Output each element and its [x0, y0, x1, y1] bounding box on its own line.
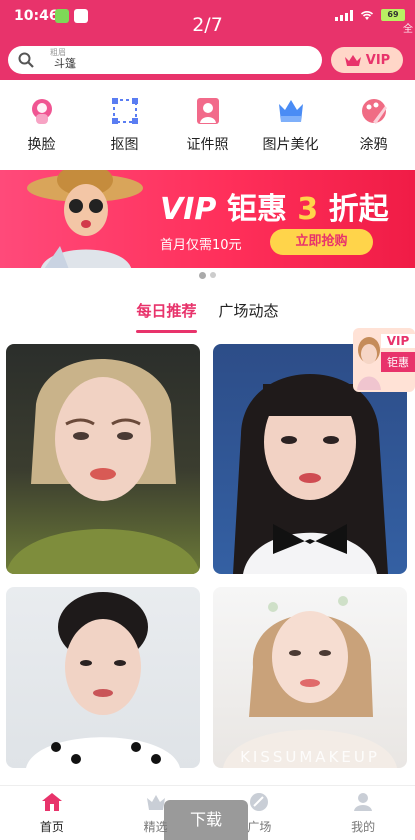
nav-item-profile[interactable]: 我的	[311, 786, 415, 840]
tool-label: 涂鸦	[359, 137, 388, 153]
photo-card[interactable]: KISSUMAKEUP	[213, 587, 407, 768]
tool-label: 换脸	[27, 137, 56, 153]
profile-icon	[354, 793, 373, 811]
portrait-image	[223, 596, 397, 768]
tab-label: 广场动态	[218, 302, 279, 320]
nav-item-home[interactable]: 首页	[0, 786, 104, 840]
watermark-text: KISSUMAKEUP	[240, 748, 380, 766]
battery-icon: 69	[381, 9, 405, 21]
wifi-icon	[360, 11, 374, 20]
banner-pagination	[0, 272, 415, 279]
pagination-dot	[199, 272, 206, 279]
vip-promo-banner[interactable]: VIP 钜惠 3 折起 首月仅需10元 立即抢购	[0, 170, 415, 268]
vip-button-label: VIP	[365, 52, 391, 68]
search-input[interactable]: 粗眉 斗篷	[8, 46, 322, 74]
banner-title-number: 3	[297, 192, 319, 227]
tool-id-photo[interactable]: 证件照	[166, 80, 249, 166]
vip-float-model-image	[357, 337, 381, 390]
search-icon	[18, 52, 34, 68]
banner-title: VIP 钜惠 3 折起	[160, 184, 389, 228]
tool-label: 证件照	[186, 137, 229, 153]
nav-label: 我的	[351, 820, 376, 834]
search-value: 斗篷	[54, 57, 76, 70]
beautify-icon	[278, 100, 303, 122]
home-icon	[41, 793, 62, 811]
id-photo-icon	[196, 98, 219, 124]
photo-card[interactable]	[6, 587, 200, 768]
banner-title-vip: VIP	[160, 192, 217, 227]
tab-underline	[136, 330, 197, 333]
portrait-image	[6, 359, 200, 574]
photo-card[interactable]	[6, 344, 200, 574]
banner-subtitle: 首月仅需10元	[160, 238, 242, 253]
tab-square-feed[interactable]: 广场动态	[219, 292, 279, 336]
pagination-dot	[210, 272, 216, 278]
vip-float-label: VIP	[381, 334, 415, 348]
square-icon	[250, 793, 269, 811]
tool-label: 图片美化	[262, 137, 319, 153]
download-button[interactable]: 下载	[164, 800, 248, 840]
tool-cutout[interactable]: 抠图	[83, 80, 166, 166]
cutout-icon	[111, 98, 138, 124]
tool-grid: 换脸 抠图 证件照 图片美化 涂鸦	[0, 80, 415, 166]
tool-label: 抠图	[110, 137, 139, 153]
content-tabs: 每日推荐 广场动态	[0, 292, 415, 336]
buy-now-button[interactable]: 立即抢购	[270, 229, 373, 255]
portrait-image	[26, 592, 180, 768]
tool-paint[interactable]: 涂鸦	[332, 80, 415, 166]
crown-icon	[344, 55, 361, 66]
signal-icon	[335, 9, 353, 21]
corner-label: 全	[403, 24, 413, 35]
banner-title-main: 钜惠	[226, 192, 287, 227]
paint-icon	[361, 99, 387, 124]
tab-label: 每日推荐	[136, 302, 197, 320]
nav-label: 广场	[247, 820, 272, 834]
vip-float-badge[interactable]: VIP 钜惠	[353, 328, 415, 392]
face-swap-icon	[31, 99, 52, 124]
status-bar: 10:46 2/7 69	[0, 0, 415, 40]
tool-face-swap[interactable]: 换脸	[0, 80, 83, 166]
search-bar: 粗眉 斗篷 VIP	[0, 40, 415, 80]
tool-beautify[interactable]: 图片美化	[249, 80, 332, 166]
nav-label: 首页	[39, 820, 64, 834]
banner-title-tail: 折起	[328, 192, 389, 227]
status-icons: 69	[335, 9, 405, 21]
photo-grid: KISSUMAKEUP	[6, 344, 409, 768]
tab-daily-recommend[interactable]: 每日推荐	[136, 292, 197, 336]
banner-model-image	[27, 170, 143, 268]
vip-float-sub-label: 钜惠	[381, 352, 415, 372]
vip-button[interactable]: VIP	[331, 47, 403, 73]
